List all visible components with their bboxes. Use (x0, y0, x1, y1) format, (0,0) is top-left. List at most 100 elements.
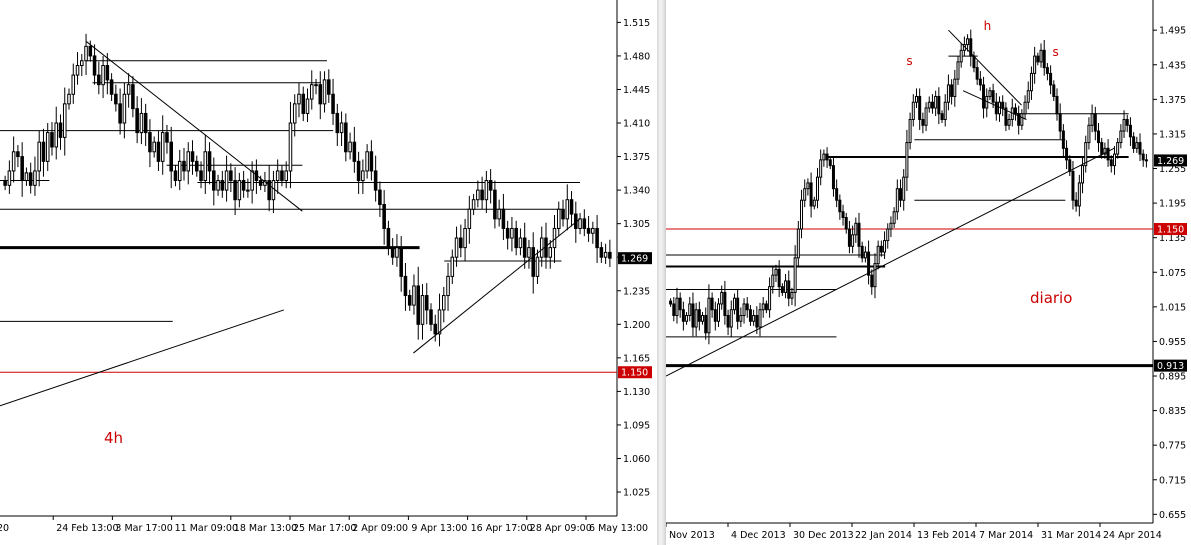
candle-down (672, 303, 676, 316)
candle-down (131, 84, 135, 110)
candle-down (199, 170, 203, 182)
candle-down (229, 170, 233, 182)
candle-up (892, 211, 896, 224)
candle-down (825, 153, 829, 161)
candle-down (841, 211, 845, 219)
candle-up (160, 132, 165, 162)
candle-up (314, 84, 318, 87)
candle-up (454, 237, 459, 258)
candle-down (831, 165, 835, 190)
candle-down (857, 222, 861, 247)
candle-up (271, 180, 276, 201)
chart-daily-svg[interactable]: 1.4951.4351.3751.3151.2551.1951.1351.075… (666, 0, 1191, 545)
candle-up (67, 93, 71, 105)
candle-down (16, 151, 20, 158)
candle-down (258, 180, 263, 186)
candle-up (768, 286, 772, 311)
candle-up (476, 189, 480, 201)
candle-down (382, 203, 386, 229)
candle-down (267, 180, 271, 201)
candle-up (450, 256, 455, 277)
candle-down (972, 55, 976, 69)
candle-up (497, 208, 501, 220)
candle-up (84, 45, 88, 62)
candle-up (716, 303, 720, 322)
candle-up (292, 103, 297, 124)
candle-down (828, 159, 832, 167)
candle-down (608, 251, 612, 259)
candle-down (386, 227, 391, 249)
candle-up (707, 297, 711, 334)
candle-down (169, 141, 173, 172)
candle-up (959, 49, 963, 63)
candle-up (732, 297, 736, 311)
x-tick-label: 11 Mar 09:00 (175, 523, 238, 534)
candle-up (322, 79, 327, 105)
candle-down (1106, 147, 1110, 161)
candle-down (991, 90, 995, 103)
candle-up (224, 170, 229, 191)
x-tick-label: 9 Apr 13:00 (411, 523, 467, 534)
pane-separator[interactable] (657, 0, 666, 545)
candle-up (946, 84, 950, 103)
candle-up (934, 95, 938, 109)
y-tick-label: 0.715 (1159, 475, 1186, 486)
candle-up (1112, 153, 1116, 167)
candle-down (1071, 170, 1075, 201)
y-tick-label: 1.015 (1159, 302, 1186, 313)
candle-down (1013, 107, 1017, 115)
candle-down (950, 84, 954, 97)
candle-up (186, 151, 191, 172)
chart-4h-svg[interactable]: 1.5151.4801.4451.4101.3751.3401.3051.270… (0, 0, 657, 545)
candle-down (726, 314, 730, 328)
candle-up (1033, 55, 1037, 74)
candle-down (860, 245, 864, 259)
candle-up (800, 199, 804, 230)
candle-up (902, 176, 906, 201)
candle-down (97, 74, 101, 86)
candle-up (548, 247, 553, 258)
candle-down (416, 285, 421, 325)
candle-down (847, 228, 851, 247)
chart-daily[interactable]: 1.495 1.435 1.375 1.315 1.255 1.195 1.135 1.075… (666, 0, 1191, 545)
candle-down (429, 309, 433, 325)
candle-down (1052, 84, 1056, 97)
candle-down (704, 314, 708, 334)
candle-down (148, 132, 152, 153)
candle-up (720, 291, 724, 305)
candle-up (535, 256, 540, 277)
candle-up (24, 172, 29, 182)
y-tick-label: 1.410 (623, 119, 650, 130)
y-tick-label: 1.480 (623, 51, 650, 62)
pattern-annotation: s (1052, 45, 1058, 59)
candle-down (378, 189, 382, 205)
candle-down (280, 170, 284, 182)
candle-down (691, 303, 695, 328)
candle-down (92, 55, 97, 76)
x-tick-label: 20 (0, 523, 9, 534)
price-label-text: 1.269 (621, 254, 648, 265)
candle-up (771, 274, 775, 288)
candle-up (685, 314, 689, 322)
candle-down (994, 101, 998, 115)
x-tick-label: 4 Dec 2013 (731, 530, 786, 541)
candle-up (1087, 124, 1091, 144)
candle-down (327, 79, 331, 95)
candle-down (777, 268, 781, 288)
y-tick-label: 1.340 (623, 186, 650, 197)
candle-down (301, 93, 306, 114)
candle-down (599, 247, 604, 258)
candle-down (58, 122, 63, 138)
y-tick-label: 1.235 (623, 286, 650, 297)
candle-up (790, 291, 794, 299)
candle-up (71, 74, 76, 95)
candle-up (437, 309, 442, 335)
candle-down (505, 227, 510, 239)
candle-down (736, 297, 740, 322)
candle-up (688, 303, 692, 316)
candle-down (764, 303, 768, 311)
candle-up (527, 247, 531, 258)
chart-4h[interactable]: 1.5151.4801.4451.4101.3751.3401.3051.270… (0, 0, 657, 545)
candle-up (348, 141, 352, 153)
candle-up (442, 295, 446, 311)
